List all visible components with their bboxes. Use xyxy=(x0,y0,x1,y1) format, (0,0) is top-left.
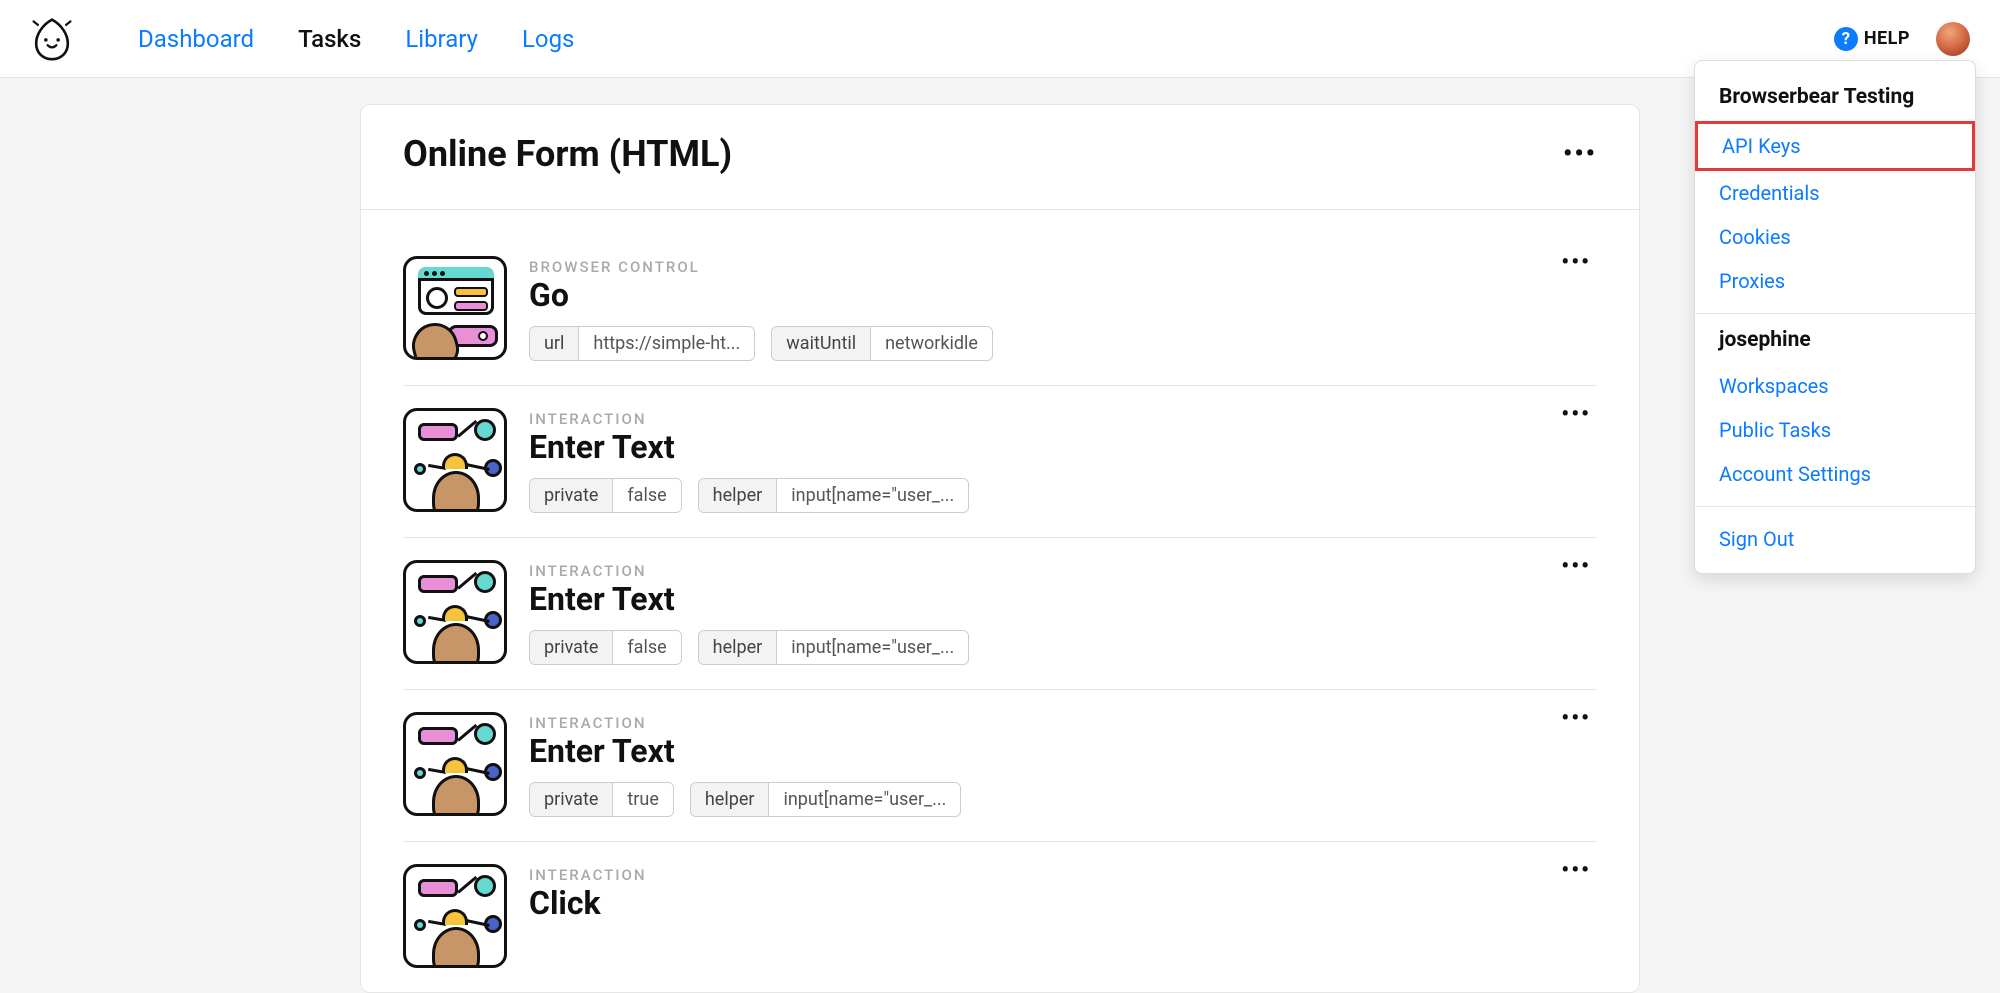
step-category: INTERACTION xyxy=(529,410,969,428)
step-title: Click xyxy=(529,884,647,922)
interaction-icon xyxy=(403,408,507,512)
topbar-right: ? HELP xyxy=(1834,22,1970,56)
logo-icon[interactable] xyxy=(30,17,74,61)
nav-logs[interactable]: Logs xyxy=(522,25,574,53)
tag-key: private xyxy=(530,479,613,512)
tag-value: true xyxy=(613,783,672,816)
step-category: INTERACTION xyxy=(529,866,647,884)
step-category: INTERACTION xyxy=(529,714,961,732)
dropdown-link-proxies[interactable]: Proxies xyxy=(1695,259,1975,303)
dropdown-link-account-settings[interactable]: Account Settings xyxy=(1695,452,1975,496)
tag-key: private xyxy=(530,783,613,816)
step-body: INTERACTIONEnter Text privatetrue helperin… xyxy=(529,712,961,817)
tag-value: false xyxy=(613,631,680,664)
nav-dashboard[interactable]: Dashboard xyxy=(138,25,254,53)
main-nav: Dashboard Tasks Library Logs xyxy=(138,25,574,53)
step-tags: urlhttps://simple-ht... waitUntilnetworki… xyxy=(529,326,993,361)
step-tags: privatetrue helperinput[name="user_... xyxy=(529,782,961,817)
step-row[interactable]: INTERACTIONClick ••• xyxy=(403,841,1597,992)
tag-value: false xyxy=(613,479,680,512)
step-title: Enter Text xyxy=(529,428,969,466)
task-menu-button[interactable]: ••• xyxy=(1563,139,1597,169)
tag: helperinput[name="user_... xyxy=(698,478,970,513)
card-header: Online Form (HTML) ••• xyxy=(361,105,1639,210)
task-title: Online Form (HTML) xyxy=(403,133,732,175)
topbar-left: Dashboard Tasks Library Logs xyxy=(30,17,574,61)
nav-library[interactable]: Library xyxy=(405,25,478,53)
tag: waitUntilnetworkidle xyxy=(771,326,993,361)
step-body: BROWSER CONTROLGo urlhttps://simple-ht...… xyxy=(529,256,993,361)
step-menu-button[interactable]: ••• xyxy=(1561,858,1591,883)
tag-value: https://simple-ht... xyxy=(579,327,754,360)
tag-key: helper xyxy=(699,631,778,664)
tag-key: url xyxy=(530,327,579,360)
step-tags: privatefalse helperinput[name="user_... xyxy=(529,478,969,513)
step-row[interactable]: BROWSER CONTROLGo urlhttps://simple-ht...… xyxy=(403,234,1597,385)
dropdown-user-title: josephine xyxy=(1695,324,1975,364)
step-title: Enter Text xyxy=(529,580,969,618)
steps-list: BROWSER CONTROLGo urlhttps://simple-ht...… xyxy=(361,210,1639,992)
step-category: BROWSER CONTROL xyxy=(529,258,993,276)
dropdown-signout[interactable]: Sign Out xyxy=(1695,517,1975,561)
help-label: HELP xyxy=(1864,28,1910,49)
help-button[interactable]: ? HELP xyxy=(1834,27,1910,51)
browser-go-icon xyxy=(403,256,507,360)
task-card: Online Form (HTML) ••• BROWSER CONTROLGo… xyxy=(360,104,1640,993)
step-body: INTERACTIONEnter Text privatefalse helperi… xyxy=(529,408,969,513)
tag-value: input[name="user_... xyxy=(769,783,960,816)
step-row[interactable]: INTERACTIONEnter Text privatefalse helperi… xyxy=(403,537,1597,689)
tag-value: input[name="user_... xyxy=(777,631,968,664)
step-row[interactable]: INTERACTIONEnter Text privatefalse helperi… xyxy=(403,385,1597,537)
dropdown-divider xyxy=(1695,313,1975,314)
dropdown-link-cookies[interactable]: Cookies xyxy=(1695,215,1975,259)
dropdown-link-workspaces[interactable]: Workspaces xyxy=(1695,364,1975,408)
tag: helperinput[name="user_... xyxy=(690,782,962,817)
interaction-icon xyxy=(403,712,507,816)
interaction-icon xyxy=(403,864,507,968)
step-body: INTERACTIONClick xyxy=(529,864,647,922)
user-dropdown: Browserbear Testing API KeysCredentialsC… xyxy=(1694,60,1976,574)
step-menu-button[interactable]: ••• xyxy=(1561,554,1591,579)
step-menu-button[interactable]: ••• xyxy=(1561,706,1591,731)
tag-value: networkidle xyxy=(871,327,992,360)
dropdown-link-credentials[interactable]: Credentials xyxy=(1695,171,1975,215)
step-body: INTERACTIONEnter Text privatefalse helperi… xyxy=(529,560,969,665)
help-icon: ? xyxy=(1834,27,1858,51)
tag-key: waitUntil xyxy=(772,327,871,360)
dropdown-link-public-tasks[interactable]: Public Tasks xyxy=(1695,408,1975,452)
step-menu-button[interactable]: ••• xyxy=(1561,250,1591,275)
tag-key: helper xyxy=(691,783,770,816)
dropdown-workspace-title: Browserbear Testing xyxy=(1695,81,1975,121)
tag-value: input[name="user_... xyxy=(777,479,968,512)
tag-key: private xyxy=(530,631,613,664)
step-title: Enter Text xyxy=(529,732,961,770)
tag-key: helper xyxy=(699,479,778,512)
step-category: INTERACTION xyxy=(529,562,969,580)
nav-tasks[interactable]: Tasks xyxy=(298,25,361,53)
tag: privatefalse xyxy=(529,630,682,665)
step-row[interactable]: INTERACTIONEnter Text privatetrue helperin… xyxy=(403,689,1597,841)
tag: helperinput[name="user_... xyxy=(698,630,970,665)
avatar[interactable] xyxy=(1936,22,1970,56)
step-tags: privatefalse helperinput[name="user_... xyxy=(529,630,969,665)
dropdown-divider xyxy=(1695,506,1975,507)
dropdown-link-api-keys[interactable]: API Keys xyxy=(1695,121,1975,171)
step-title: Go xyxy=(529,276,993,314)
tag: privatetrue xyxy=(529,782,674,817)
step-menu-button[interactable]: ••• xyxy=(1561,402,1591,427)
interaction-icon xyxy=(403,560,507,664)
tag: privatefalse xyxy=(529,478,682,513)
tag: urlhttps://simple-ht... xyxy=(529,326,755,361)
